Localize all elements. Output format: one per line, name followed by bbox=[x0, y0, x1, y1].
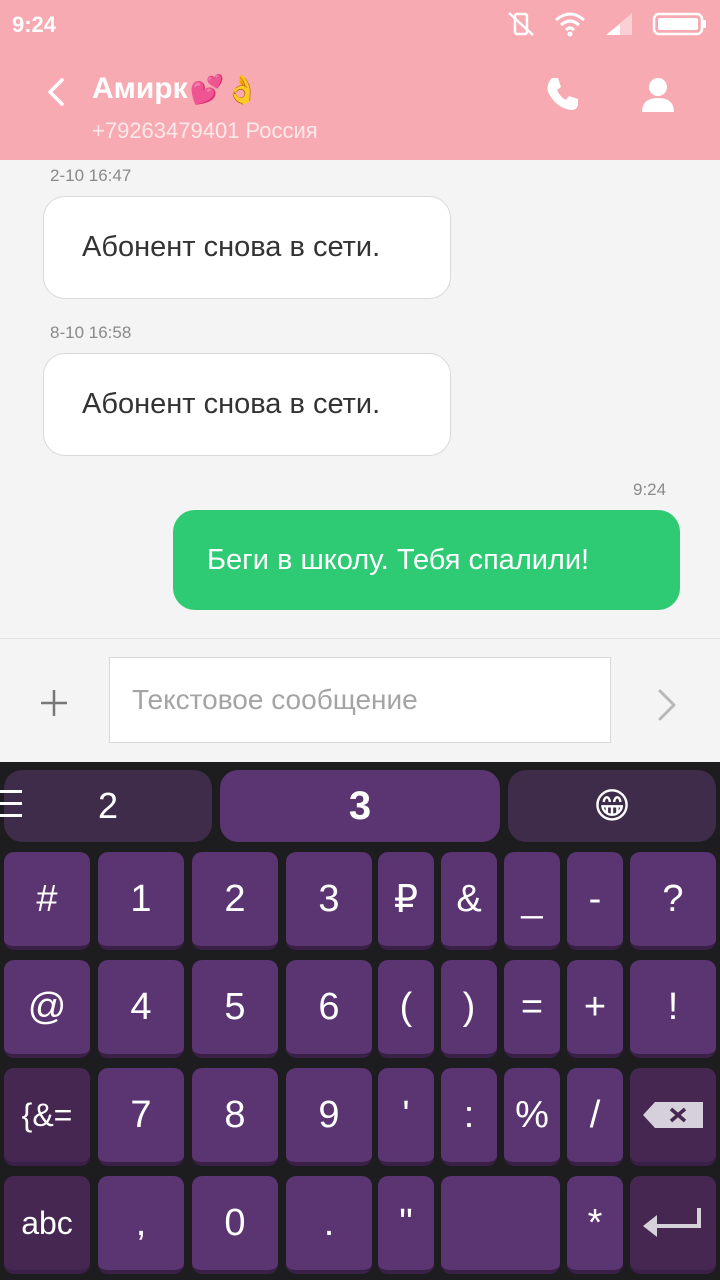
key[interactable]: 9 bbox=[286, 1068, 372, 1166]
message-text: Беги в школу. Тебя спалили! bbox=[207, 543, 590, 576]
plus-icon[interactable] bbox=[38, 687, 70, 719]
key[interactable]: 2 bbox=[192, 852, 278, 950]
suggestion-text: 3 bbox=[348, 783, 372, 828]
space-key[interactable] bbox=[441, 1176, 560, 1274]
key[interactable]: . bbox=[286, 1176, 372, 1274]
status-bar: 9:24 bbox=[0, 0, 720, 50]
key[interactable]: 5 bbox=[192, 960, 278, 1058]
key[interactable]: 7 bbox=[98, 1068, 184, 1166]
symbols-key[interactable]: {&= bbox=[4, 1068, 90, 1166]
phone-icon[interactable] bbox=[540, 72, 584, 116]
key[interactable]: * bbox=[567, 1176, 623, 1274]
vibrate-off-icon bbox=[508, 12, 534, 36]
message-timestamp: 2-10 16:47 bbox=[50, 166, 132, 185]
contact-phone: +79263479401 Россия bbox=[92, 118, 318, 143]
message-input[interactable] bbox=[109, 657, 611, 743]
conversation-header: Амирк 💕👌 +79263479401 Россия bbox=[0, 50, 720, 160]
send-icon[interactable] bbox=[650, 687, 682, 723]
key[interactable]: 4 bbox=[98, 960, 184, 1058]
battery-icon bbox=[652, 12, 706, 36]
abc-key[interactable]: abc bbox=[4, 1176, 90, 1274]
key[interactable]: + bbox=[567, 960, 623, 1058]
contact-name-text: Амирк bbox=[92, 72, 188, 105]
key[interactable]: 1 bbox=[98, 852, 184, 950]
key[interactable]: " bbox=[378, 1176, 434, 1274]
key[interactable]: - bbox=[567, 852, 623, 950]
keyboard: 2 3 😁 # 1 2 3 ₽ & _ - ? @ 4 5 6 ( ) = + … bbox=[0, 762, 720, 1280]
key[interactable]: & bbox=[441, 852, 497, 950]
incoming-message[interactable]: Абонент снова в сети. bbox=[43, 353, 451, 456]
key[interactable]: 0 bbox=[192, 1176, 278, 1274]
status-icons bbox=[506, 10, 708, 38]
suggestion-text: 😁 bbox=[593, 785, 631, 826]
key[interactable]: 8 bbox=[192, 1068, 278, 1166]
message-timestamp: 9:24 bbox=[633, 480, 667, 499]
contact-name-emoji: 💕👌 bbox=[189, 73, 260, 105]
composer bbox=[0, 638, 720, 763]
outgoing-message[interactable]: Беги в школу. Тебя спалили! bbox=[173, 510, 680, 610]
key[interactable]: ! bbox=[630, 960, 716, 1058]
backspace-key[interactable] bbox=[630, 1068, 716, 1166]
contact-icon[interactable] bbox=[636, 72, 680, 116]
back-icon[interactable] bbox=[38, 72, 78, 112]
signal-icon bbox=[606, 13, 632, 35]
key[interactable]: ( bbox=[378, 960, 434, 1058]
key[interactable]: : bbox=[441, 1068, 497, 1166]
message-list[interactable]: 2-10 16:47 Абонент снова в сети. 8-10 16… bbox=[0, 160, 720, 638]
key[interactable]: ' bbox=[378, 1068, 434, 1166]
enter-key[interactable] bbox=[630, 1176, 716, 1274]
backspace-icon bbox=[643, 1102, 703, 1128]
key[interactable]: # bbox=[4, 852, 90, 950]
key[interactable]: ? bbox=[630, 852, 716, 950]
suggestion-1[interactable]: 2 bbox=[4, 770, 212, 842]
message-timestamp: 8-10 16:58 bbox=[50, 323, 132, 342]
menu-icon[interactable] bbox=[0, 786, 22, 822]
key[interactable]: = bbox=[504, 960, 560, 1058]
suggestion-2[interactable]: 3 bbox=[220, 770, 500, 842]
enter-icon bbox=[643, 1208, 701, 1237]
wifi-icon bbox=[555, 12, 585, 37]
key[interactable]: _ bbox=[504, 852, 560, 950]
key[interactable]: 6 bbox=[286, 960, 372, 1058]
contact-name: Амирк 💕👌 bbox=[92, 72, 259, 106]
message-text: Абонент снова в сети. bbox=[82, 231, 381, 263]
incoming-message[interactable]: Абонент снова в сети. bbox=[43, 196, 451, 299]
key[interactable]: 3 bbox=[286, 852, 372, 950]
message-text: Абонент снова в сети. bbox=[82, 388, 381, 420]
key[interactable]: / bbox=[567, 1068, 623, 1166]
key[interactable]: @ bbox=[4, 960, 90, 1058]
key[interactable]: ) bbox=[441, 960, 497, 1058]
status-time: 9:24 bbox=[12, 12, 57, 37]
key[interactable]: ₽ bbox=[378, 852, 434, 950]
suggestion-text: 2 bbox=[97, 785, 119, 826]
suggestion-emoji[interactable]: 😁 bbox=[508, 770, 716, 842]
key[interactable]: , bbox=[98, 1176, 184, 1274]
key[interactable]: % bbox=[504, 1068, 560, 1166]
